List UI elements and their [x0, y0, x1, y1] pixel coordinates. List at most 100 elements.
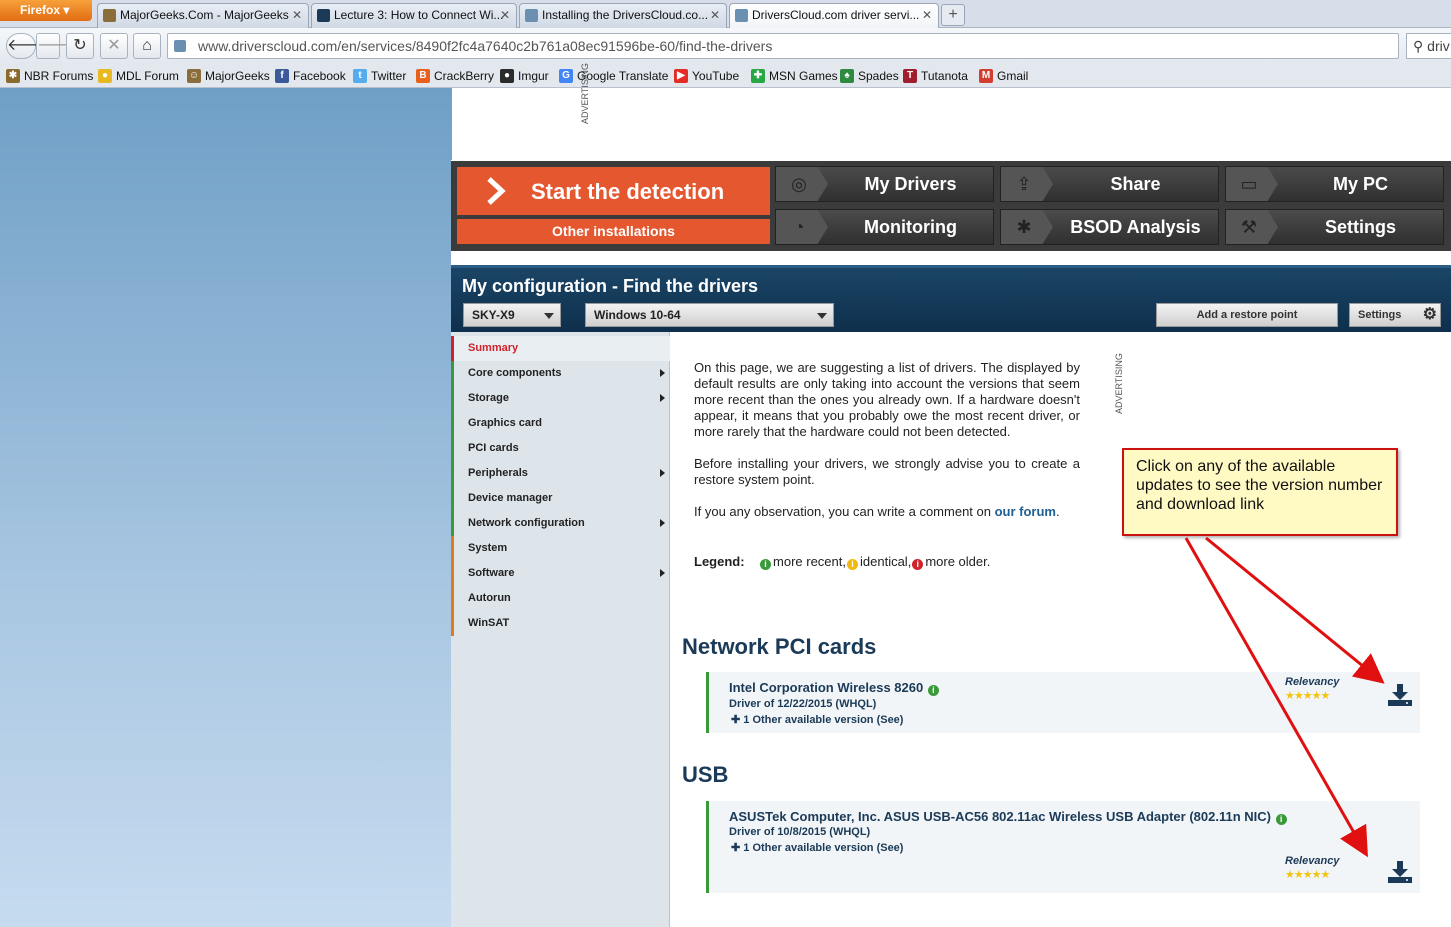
wrench-icon: ⚒ [1240, 217, 1258, 237]
home-button[interactable]: ⌂ [133, 33, 161, 59]
tab-lecture[interactable]: Lecture 3: How to Connect Wi... ✕ [311, 3, 517, 28]
bookmark-youtube[interactable]: ▶ YouTube [674, 68, 739, 84]
stop-button[interactable]: ✕ [100, 33, 128, 59]
sidebar-item-peripherals[interactable]: Peripherals [451, 461, 670, 486]
firefox-menu-label: Firefox [20, 3, 61, 17]
monitoring-button[interactable]: ◔ Monitoring [775, 209, 994, 245]
sidebar-item-label: Peripherals [468, 467, 528, 479]
sidebar-item-software[interactable]: Software [451, 561, 670, 586]
sidebar-item-pci-cards[interactable]: PCI cards [451, 436, 670, 461]
reload-icon: ↻ [73, 37, 87, 54]
bookmark-mdl-forum[interactable]: ● MDL Forum [98, 68, 179, 84]
bookmark-label: Spades [858, 69, 899, 83]
bookmark-spades[interactable]: ♠ Spades [840, 68, 899, 84]
bookmark-google-translate[interactable]: G Google Translate [559, 68, 668, 84]
bookmark-tutanota[interactable]: T Tutanota [903, 68, 968, 84]
bookmark-favicon-icon: ● [98, 69, 112, 83]
relevancy-label: Relevancy [1285, 855, 1340, 867]
reload-button[interactable]: ↻ [66, 33, 94, 59]
bookmark-favicon-icon: ▶ [674, 69, 688, 83]
url-bar[interactable]: www.driverscloud.com/en/services/8490f2f… [167, 33, 1399, 59]
back-button[interactable]: 🡐 [6, 33, 50, 59]
majorgeeks-favicon-icon [103, 9, 116, 22]
sidebar-item-autorun[interactable]: Autorun [451, 586, 670, 611]
settings-menu-button[interactable]: ⚒ Settings [1225, 209, 1444, 245]
tab-close-icon[interactable]: ✕ [500, 4, 510, 26]
sidebar-item-summary[interactable]: Summary [451, 336, 670, 361]
plus-icon: ✚ [731, 714, 741, 726]
download-icon[interactable] [1387, 683, 1413, 707]
driver-entry[interactable]: Intel Corporation Wireless 8260 i Driver… [706, 672, 1420, 733]
sidebar-item-core-components[interactable]: Core components [451, 361, 670, 386]
tab-majorgeeks[interactable]: MajorGeeks.Com - MajorGeeks ✕ [97, 3, 309, 28]
sidebar-item-label: Autorun [468, 592, 511, 604]
bookmark-nbr-forums[interactable]: ✱ NBR Forums [6, 68, 93, 84]
driver-name[interactable]: ASUSTek Computer, Inc. ASUS USB-AC56 802… [729, 809, 1289, 825]
sidebar-item-system[interactable]: System [451, 536, 670, 561]
bookmark-msn-games[interactable]: ✚ MSN Games [751, 68, 838, 84]
bookmark-label: Tutanota [921, 69, 968, 83]
tab-close-icon[interactable]: ✕ [710, 4, 720, 26]
tab-title: DriversCloud.com driver servi... [752, 8, 920, 22]
top-advertising-area: ADVERTISING [451, 63, 1451, 160]
machine-select[interactable]: SKY-X9 [463, 303, 561, 327]
sidebar-item-winsat[interactable]: WinSAT [451, 611, 670, 636]
other-versions-link[interactable]: ✚ 1 Other available version (See) [731, 841, 903, 854]
tab-driverscloud-active[interactable]: DriversCloud.com driver servi... ✕ [729, 3, 939, 28]
config-settings-button[interactable]: Settings ⚙ [1349, 303, 1441, 327]
plus-icon: ✚ [731, 842, 741, 854]
advertising-label: ADVERTISING [580, 63, 590, 124]
search-box[interactable]: ⚲ driv [1406, 33, 1451, 59]
other-installations-button[interactable]: Other installations [457, 219, 770, 244]
sidebar-item-storage[interactable]: Storage [451, 386, 670, 411]
bookmark-favicon-icon: B [416, 69, 430, 83]
tab-close-icon[interactable]: ✕ [922, 4, 932, 26]
bookmark-favicon-icon: ♠ [840, 69, 854, 83]
bookmark-majorgeeks[interactable]: ☺ MajorGeeks [187, 68, 270, 84]
new-tab-button[interactable]: + [941, 4, 965, 26]
site-identity-icon[interactable] [174, 40, 186, 52]
sidebar-item-graphics-card[interactable]: Graphics card [451, 411, 670, 436]
relevancy-label: Relevancy [1285, 676, 1340, 688]
info-red-icon: i [912, 559, 924, 570]
bookmark-gmail[interactable]: M Gmail [979, 68, 1028, 84]
star-icon: ★★★★★ [1285, 869, 1330, 881]
start-detection-button[interactable]: Start the detection [457, 167, 770, 215]
bookmark-twitter[interactable]: t Twitter [353, 68, 406, 84]
sidebar-item-label: Graphics card [468, 417, 542, 429]
gear-icon: ⚙ [1422, 306, 1437, 323]
forward-button[interactable]: 🡒 [36, 33, 80, 59]
forum-link[interactable]: our forum [995, 504, 1056, 519]
intro-paragraph: Before installing your drivers, we stron… [694, 456, 1080, 487]
driver-name[interactable]: Intel Corporation Wireless 8260 i [729, 680, 941, 696]
upload-box-icon: ⇪ [1016, 174, 1032, 194]
tab-close-icon[interactable]: ✕ [292, 4, 302, 26]
intro-text-part: . [1056, 504, 1060, 519]
monitor-icon: ▭ [1240, 174, 1258, 194]
add-restore-point-button[interactable]: Add a restore point [1156, 303, 1338, 327]
bsod-analysis-button[interactable]: ✱ BSOD Analysis [1000, 209, 1219, 245]
os-select-value: Windows 10-64 [594, 308, 681, 322]
bookmark-crackberry[interactable]: B CrackBerry [416, 68, 494, 84]
os-select[interactable]: Windows 10-64 [585, 303, 834, 327]
firefox-menu-button[interactable]: Firefox ▾ [0, 0, 92, 21]
my-pc-button[interactable]: ▭ My PC [1225, 166, 1444, 202]
driver-entry[interactable]: ASUSTek Computer, Inc. ASUS USB-AC56 802… [706, 801, 1420, 893]
sidebar-item-device-manager[interactable]: Device manager [451, 486, 670, 511]
legend: Legend: i more recent, i identical, i more ol… [694, 554, 990, 570]
bookmark-label: Google Translate [577, 69, 669, 83]
bookmark-label: MDL Forum [116, 69, 179, 83]
tab-installing[interactable]: Installing the DriversCloud.co... ✕ [519, 3, 727, 28]
bookmark-label: MSN Games [769, 69, 838, 83]
bookmark-facebook[interactable]: f Facebook [275, 68, 346, 84]
bookmark-imgur[interactable]: ● Imgur [500, 68, 549, 84]
other-versions-link[interactable]: ✚ 1 Other available version (See) [731, 713, 903, 726]
sidebar-item-network-configuration[interactable]: Network configuration [451, 511, 670, 536]
share-button[interactable]: ⇪ Share [1000, 166, 1219, 202]
download-icon[interactable] [1387, 860, 1413, 884]
intro-paragraph: If you any observation, you can write a … [694, 504, 1080, 520]
my-drivers-button[interactable]: ◎ My Drivers [775, 166, 994, 202]
settings-menu-label: Settings [1324, 217, 1396, 237]
chevron-right-icon [660, 569, 665, 577]
chevron-right-icon [660, 519, 665, 527]
